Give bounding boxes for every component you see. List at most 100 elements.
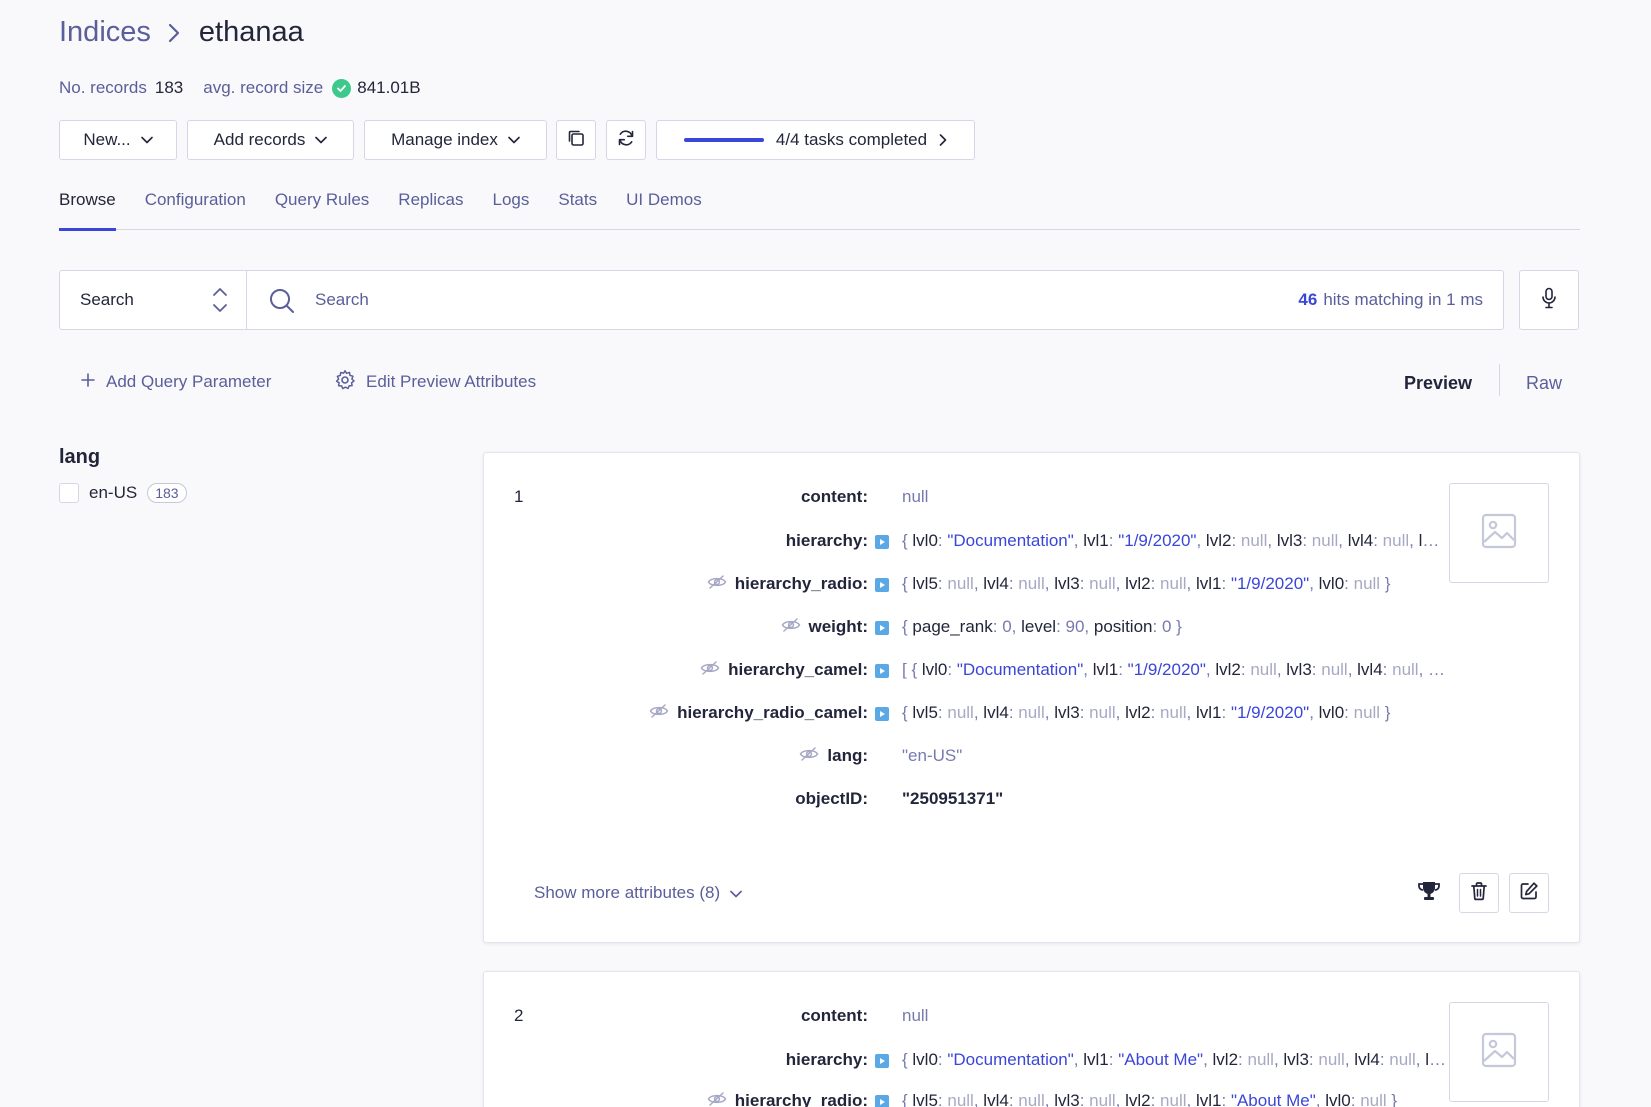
breadcrumb-indices-link[interactable]: Indices: [59, 16, 151, 49]
add-query-parameter-label: Add Query Parameter: [106, 372, 272, 391]
hit-card: 1 content: null hierarchy: { lvl0: "Docu…: [483, 452, 1580, 943]
eye-hidden-icon: [781, 617, 801, 637]
preview-toggle[interactable]: Preview: [1404, 370, 1472, 396]
hits-summary: 46 hits matching in 1 ms: [1298, 271, 1483, 329]
copy-icon: [566, 128, 586, 153]
new-button[interactable]: New...: [59, 120, 177, 160]
records-label: No. records: [59, 78, 147, 97]
add-query-parameter-button[interactable]: Add Query Parameter: [80, 370, 271, 394]
tab-ui-demos[interactable]: UI Demos: [626, 190, 702, 230]
attribute-key-label: weight:: [808, 617, 869, 636]
attribute-row: hierarchy_radio_camel: { lvl5: null, lvl…: [484, 701, 1454, 727]
index-stats: No. records 183 avg. record size 841.01B: [59, 78, 421, 98]
search-mode-select[interactable]: Search: [60, 271, 247, 329]
manage-index-label: Manage index: [391, 130, 498, 149]
chevron-right-icon: [167, 23, 181, 43]
search-input[interactable]: [315, 271, 1115, 329]
eye-hidden-icon: [707, 1091, 727, 1107]
edit-preview-attributes-button[interactable]: Edit Preview Attributes: [334, 369, 536, 396]
attribute-key: hierarchy_radio:: [707, 574, 868, 594]
chevron-down-icon: [315, 136, 328, 144]
attribute-key: hierarchy_radio_camel:: [649, 703, 868, 723]
expand-icon[interactable]: [875, 578, 889, 592]
facet-item[interactable]: en-US 183: [59, 483, 187, 503]
voice-search-button[interactable]: [1519, 270, 1579, 330]
attribute-value: "en-US": [902, 746, 963, 765]
attribute-row: content: null: [484, 485, 1454, 511]
expand-icon[interactable]: [875, 664, 889, 678]
delete-record-button[interactable]: [1459, 873, 1499, 913]
tasks-progress-bar: [683, 138, 764, 142]
tab-stats[interactable]: Stats: [558, 190, 597, 230]
records-value: 183: [154, 78, 184, 97]
tab-configuration[interactable]: Configuration: [145, 190, 246, 230]
attribute-key-label: hierarchy_radio_camel:: [677, 703, 868, 722]
tasks-button[interactable]: 4/4 tasks completed: [656, 120, 975, 160]
attribute-value-hierarchy: { lvl0: "Documentation", lvl1: "1/9/2020…: [902, 531, 1447, 550]
eye-hidden-icon: [799, 746, 819, 766]
chevron-right-icon: [939, 134, 947, 146]
gear-icon: [334, 369, 356, 396]
search-icon: [268, 287, 296, 320]
index-tabs: Browse Configuration Query Rules Replica…: [59, 190, 1580, 231]
attribute-row: hierarchy_camel: [ { lvl0: "Documentatio…: [484, 658, 1454, 684]
search-mode-label: Search: [80, 290, 134, 309]
attribute-key-label: hierarchy_radio:: [734, 1091, 868, 1107]
promote-button[interactable]: [1409, 873, 1449, 913]
image-icon: [1480, 512, 1518, 555]
object-id-value: "250951371": [902, 789, 1004, 808]
add-records-button[interactable]: Add records: [187, 120, 354, 160]
chevron-down-icon: [730, 883, 742, 903]
attribute-key: hierarchy:: [785, 531, 868, 550]
expand-icon[interactable]: [875, 1054, 889, 1068]
tab-browse[interactable]: Browse: [59, 190, 116, 231]
facet-label: en-US: [89, 483, 138, 502]
hits-count: 46: [1298, 290, 1318, 309]
attribute-key: weight:: [781, 617, 869, 637]
check-circle-icon: [332, 78, 352, 98]
show-more-label: Show more attributes (8): [534, 883, 721, 902]
search-bar: Search 46 hits matching in 1 ms: [59, 270, 1504, 330]
attribute-value-hierarchy-radio: { lvl5: null, lvl4: null, lvl3: null, lv…: [902, 574, 1391, 593]
attribute-value: null: [902, 487, 929, 506]
expand-icon[interactable]: [875, 707, 889, 721]
tab-logs[interactable]: Logs: [493, 190, 530, 230]
attribute-row: hierarchy_radio: { lvl5: null, lvl4: nul…: [484, 1089, 1454, 1107]
hit-card: 2 content: null hierarchy: { lvl0: "Docu…: [483, 971, 1580, 1107]
attribute-key-label: hierarchy_radio:: [734, 574, 868, 593]
attribute-row: weight: { page_rank: 0, level: 90, posit…: [484, 615, 1454, 641]
attribute-key: lang:: [799, 746, 868, 766]
hits-text: hits matching in 1 ms: [1323, 290, 1483, 309]
expand-icon[interactable]: [875, 621, 889, 635]
record-size-label: avg. record size: [203, 78, 324, 97]
attribute-row: hierarchy_radio: { lvl5: null, lvl4: nul…: [484, 572, 1454, 598]
page-title: ethanaa: [198, 16, 304, 48]
facet-checkbox[interactable]: [59, 483, 79, 503]
refresh-icon: [616, 128, 636, 153]
eye-hidden-icon: [707, 574, 727, 594]
raw-toggle[interactable]: Raw: [1526, 370, 1562, 396]
attribute-value-hierarchy-camel: [ { lvl0: "Documentation", lvl1: "1/9/20…: [902, 660, 1447, 679]
attribute-row: lang: "en-US": [484, 744, 1454, 770]
tab-query-rules[interactable]: Query Rules: [275, 190, 369, 230]
attribute-value-hierarchy-radio-camel: { lvl5: null, lvl4: null, lvl3: null, lv…: [902, 703, 1391, 722]
microphone-icon: [1541, 287, 1557, 314]
show-more-attributes-button[interactable]: Show more attributes (8): [534, 883, 742, 903]
copy-index-button[interactable]: [556, 120, 596, 160]
eye-hidden-icon: [649, 703, 669, 723]
expand-icon[interactable]: [875, 535, 889, 549]
tab-replicas[interactable]: Replicas: [398, 190, 463, 230]
manage-index-button[interactable]: Manage index: [364, 120, 547, 160]
facet-count-badge: 183: [147, 483, 187, 503]
image-icon: [1480, 1031, 1518, 1074]
attribute-row: hierarchy: { lvl0: "Documentation", lvl1…: [484, 1048, 1454, 1074]
edit-icon: [1519, 881, 1539, 906]
edit-record-button[interactable]: [1509, 873, 1549, 913]
add-records-label: Add records: [213, 130, 306, 149]
attribute-row: objectID: "250951371": [484, 787, 1454, 813]
image-placeholder: [1449, 483, 1549, 583]
attribute-value-weight: { page_rank: 0, level: 90, position: 0 }: [902, 617, 1182, 636]
expand-icon[interactable]: [875, 1095, 889, 1107]
refresh-button[interactable]: [606, 120, 646, 160]
attribute-key: hierarchy:: [785, 1050, 868, 1069]
